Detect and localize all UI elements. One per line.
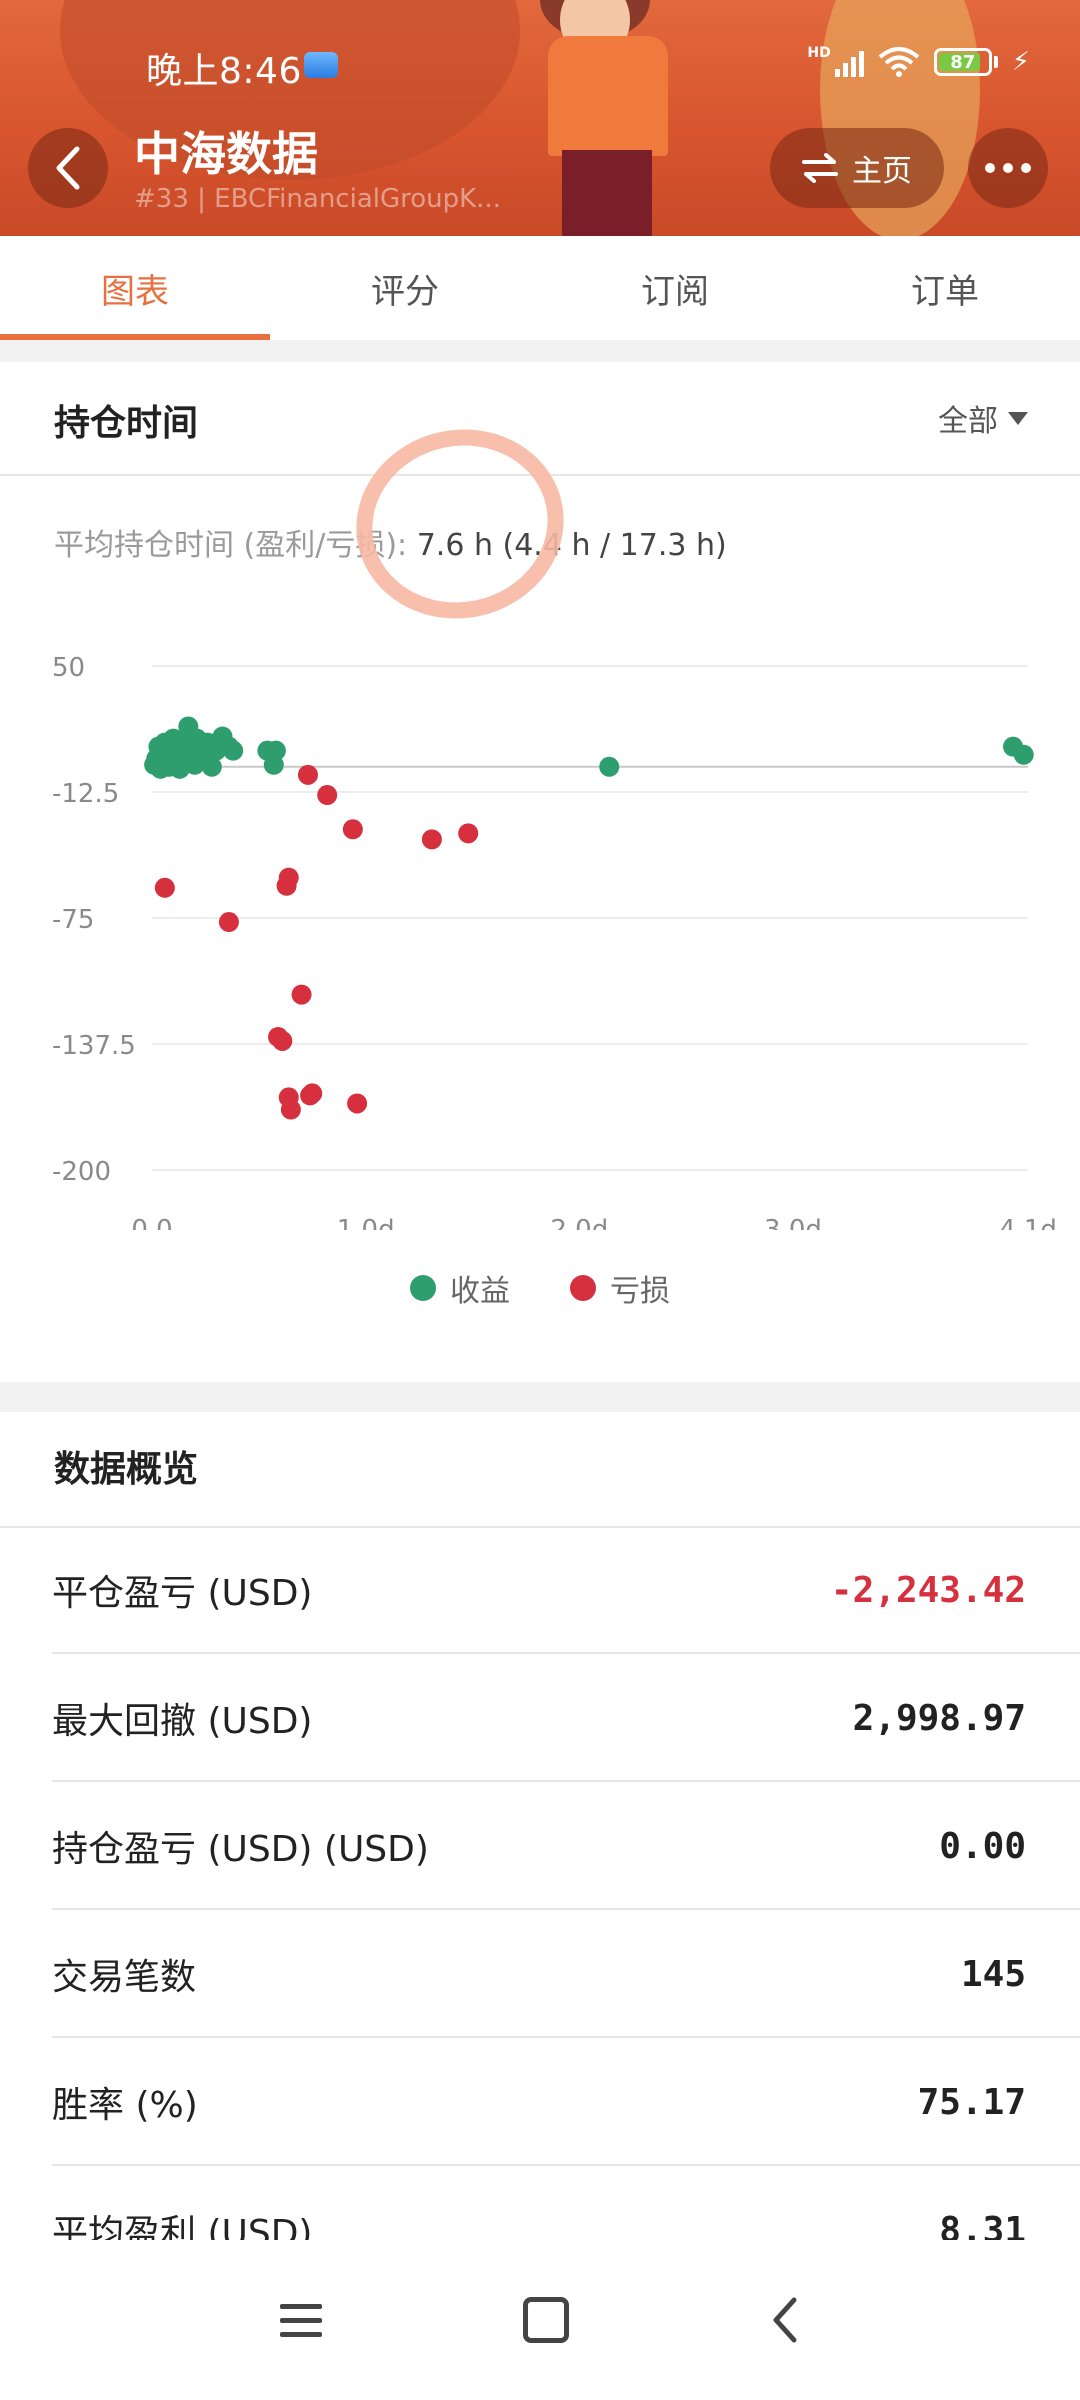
section-title-overview: 数据概览: [54, 1449, 199, 1490]
overview-row-label: 交易笔数: [52, 1957, 197, 1998]
x-tick-label: 2.0d: [550, 1215, 608, 1230]
y-tick-label: -75: [52, 905, 94, 935]
overview-row-value: -2,243.42: [830, 1569, 1026, 1611]
legend-item-profit[interactable]: 收益: [410, 1266, 510, 1310]
loss-point: [218, 912, 239, 933]
x-tick-label: 1.0d: [337, 1215, 395, 1230]
hand-drawn-circle: [338, 410, 582, 638]
back-button[interactable]: [28, 128, 108, 208]
loss-point: [280, 1099, 301, 1120]
tab-bar: 图表 评分 订阅 订单: [0, 236, 1080, 340]
overview-section: 数据概览 平仓盈亏 (USD) -2,243.42 最大回撤 (USD) 2,998.…: [0, 1412, 1080, 2240]
overview-row-label: 持仓盈亏 (USD) (USD): [52, 1829, 429, 1870]
chart-legend: 收益 亏损: [0, 1266, 1080, 1310]
more-icon: [1003, 163, 1013, 173]
avg-label: 平均持仓时间 (盈利/亏损):: [54, 528, 408, 563]
tab-subscribe[interactable]: 订阅: [540, 236, 810, 340]
y-tick-label: -200: [52, 1157, 111, 1187]
page-title: 中海数据: [134, 127, 318, 181]
legend-label-profit: 收益: [450, 1274, 510, 1309]
back-nav-button[interactable]: [770, 2296, 800, 2344]
banner-illustration: [562, 150, 652, 236]
loss-point: [421, 829, 442, 850]
overview-row: 平均盈利 (USD) 8.31: [52, 2168, 1080, 2241]
battery-level: 87: [950, 51, 976, 73]
home-button[interactable]: 主页: [770, 128, 944, 208]
overview-row-value: 0.00: [939, 1825, 1026, 1867]
overview-row-value: 2,998.97: [852, 1697, 1026, 1739]
home-label: 主页: [852, 154, 912, 189]
loss-point: [297, 764, 318, 785]
loss-point: [347, 1093, 368, 1114]
header-banner: 晚上8:46 HD 87 ⚡ 中海数据 #33 | EBCFinancialGr…: [0, 0, 1080, 236]
status-time: 晚上8:46: [146, 51, 302, 92]
section-gap: [0, 1382, 1080, 1412]
loss-point: [291, 984, 312, 1005]
overview-row-label: 最大回撤 (USD): [52, 1701, 313, 1742]
more-icon: [1021, 163, 1031, 173]
legend-item-loss[interactable]: 亏损: [570, 1266, 670, 1310]
overview-row-value: 8.31: [939, 2209, 1026, 2241]
menu-icon: [280, 2331, 323, 2337]
legend-dot-loss: [570, 1275, 596, 1301]
loss-point: [317, 785, 338, 806]
legend-label-loss: 亏损: [610, 1274, 670, 1309]
menu-icon: [280, 2303, 323, 2309]
overview-row: 平仓盈亏 (USD) -2,243.42: [52, 1528, 1080, 1654]
y-tick-label: -12.5: [52, 779, 119, 809]
section-title-holding-time: 持仓时间: [54, 403, 199, 444]
system-nav-bar: [0, 2240, 1080, 2400]
home-nav-button[interactable]: [522, 2297, 569, 2343]
overview-row: 交易笔数 145: [52, 1912, 1080, 2038]
swap-icon: [802, 153, 838, 183]
weather-icon: [304, 52, 338, 78]
battery-icon: 87: [933, 48, 992, 76]
loss-point: [302, 1083, 323, 1104]
banner-illustration: [548, 36, 668, 156]
profit-point: [599, 756, 620, 777]
overview-row: 持仓盈亏 (USD) (USD) 0.00: [52, 1784, 1080, 1910]
overview-row: 最大回撤 (USD) 2,998.97: [52, 1656, 1080, 1782]
overview-row-label: 平均盈利 (USD): [52, 2213, 313, 2240]
overview-row-value: 75.17: [917, 2081, 1026, 2123]
page-subtitle: #33 | EBCFinancialGroupK...: [134, 184, 501, 214]
x-tick-label: 0.0: [131, 1215, 172, 1230]
section-gap: [0, 340, 1080, 362]
overview-row-label: 平仓盈亏 (USD): [52, 1573, 313, 1614]
legend-dot-profit: [410, 1275, 436, 1301]
filter-dropdown[interactable]: 全部: [938, 396, 1028, 440]
loss-point: [458, 823, 479, 844]
profit-point: [223, 740, 244, 761]
loss-point: [272, 1030, 293, 1051]
overview-row-value: 145: [960, 1953, 1026, 1995]
battery-tip: [993, 56, 998, 68]
more-icon: [985, 163, 995, 173]
caret-down-icon: [1008, 411, 1028, 425]
profit-point: [265, 740, 286, 761]
wifi-icon: [878, 47, 920, 77]
status-icons: HD 87 ⚡: [807, 45, 1030, 78]
chevron-left-icon: [56, 146, 80, 190]
profit-point: [1013, 744, 1034, 765]
tab-chart[interactable]: 图表: [0, 236, 270, 340]
network-label: HD: [807, 45, 831, 61]
recent-apps-button[interactable]: [280, 2303, 323, 2337]
y-tick-label: 50: [52, 653, 85, 683]
overview-row: 胜率 (%) 75.17: [52, 2040, 1080, 2166]
loss-point: [278, 867, 299, 888]
y-tick-label: -137.5: [52, 1031, 136, 1061]
tab-rating[interactable]: 评分: [270, 236, 540, 340]
x-tick-label: 4.1d: [999, 1215, 1057, 1230]
overview-row-label: 胜率 (%): [52, 2085, 198, 2126]
charging-icon: ⚡: [1011, 47, 1030, 77]
signal-icon: [834, 47, 864, 77]
filter-label: 全部: [938, 404, 998, 439]
loss-point: [154, 877, 175, 898]
more-button[interactable]: [968, 128, 1048, 208]
x-tick-label: 3.0d: [764, 1215, 822, 1230]
menu-icon: [280, 2317, 323, 2323]
holding-time-scatter-chart: 50 -12.5 -75 -137.5 -200 0.0 1.0d 2.0d 3.0d 4.1d: [52, 653, 1057, 1230]
loss-point: [342, 819, 363, 840]
tab-orders[interactable]: 订单: [810, 236, 1080, 340]
